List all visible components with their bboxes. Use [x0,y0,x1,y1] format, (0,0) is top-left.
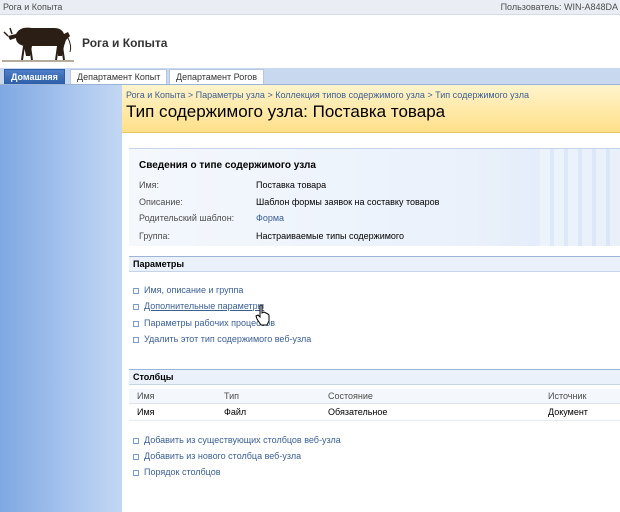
breadcrumb-separator: > [187,90,194,100]
breadcrumb-separator: > [267,90,273,100]
columns-table-header [129,389,620,404]
tab-dept-hooves[interactable]: Департамент Копыт [70,69,168,84]
link-name-description-group[interactable]: Имя, описание и группа [133,285,243,295]
link-add-existing-columns[interactable]: Добавить из существующих столбцов веб-уз… [133,435,341,445]
left-navigation [0,85,122,512]
column-header-source: Источник [548,391,587,401]
bullet-icon [133,320,139,327]
parent-label: Родительский шаблон: [139,213,235,223]
link-label: Имя, описание и группа [144,285,244,295]
info-heading: Сведения о типе содержимого узла [139,160,316,171]
bullet-icon [133,336,139,343]
link-label: Добавить из нового столбца веб-узла [144,451,302,461]
parent-link[interactable]: Форма [256,213,284,223]
breadcrumb: Рога и Копыта > Параметры узла > Коллекц… [126,90,529,100]
description-value: Шаблон формы заявок на составку товаров [256,197,440,207]
parameters-title: Параметры [133,259,185,269]
hand-cursor-icon [255,304,270,326]
name-value: Поставка товара [256,180,327,190]
tab-home[interactable]: Домашняя [4,69,65,84]
link-workflow-settings[interactable]: Параметры рабочих процессов [133,318,275,328]
top-bar: Рога и Копыта Пользователь: WIN-A848DA [0,0,620,15]
breadcrumb-item-current: Тип содержимого узла [435,90,529,100]
tab-dept-horns[interactable]: Департамент Рогов [169,69,265,84]
bullet-icon [133,287,139,294]
column-cell-type: Файл [224,407,247,417]
link-label: Порядок столбцов [144,467,221,477]
link-label: Дополнительные параметры [144,301,265,311]
breadcrumb-item-content-types[interactable]: Коллекция типов содержимого узла [275,90,425,100]
breadcrumb-item-site-settings[interactable]: Параметры узла [196,90,265,100]
column-cell-source: Документ [548,407,588,417]
group-value: Настраиваемые типы содержимого [256,231,405,241]
column-header-status: Состояние [328,391,373,401]
page-title: Тип содержимого узла: Поставка товара [126,102,446,121]
link-advanced-settings[interactable]: Дополнительные параметры [133,301,264,311]
bullet-icon [133,437,139,444]
link-label: Удалить этот тип содержимого веб-узла [144,334,312,344]
description-label: Описание: [139,197,183,207]
column-header-type: Тип [224,391,240,401]
columns-section-header [129,369,620,385]
user-menu[interactable]: Пользователь: WIN-A848DA [501,2,618,12]
group-label: Группа: [139,231,171,241]
link-label: Добавить из существующих столбцов веб-уз… [144,435,341,445]
cow-logo-icon [2,16,74,66]
link-column-order[interactable]: Порядок столбцов [133,467,221,477]
columns-title: Столбцы [133,372,174,382]
link-add-new-column[interactable]: Добавить из нового столбца веб-узла [133,451,301,461]
column-header-name: Имя [137,391,155,401]
breadcrumb-separator: > [427,90,433,100]
parameters-section-header [129,256,620,272]
site-title[interactable]: Рога и Копыта [82,36,167,50]
column-cell-name[interactable]: Имя [137,407,155,417]
column-cell-status: Обязательное [328,407,388,417]
site-name-link[interactable]: Рога и Копыта [3,2,62,12]
breadcrumb-item-site[interactable]: Рога и Копыта [126,90,185,100]
name-label: Имя: [139,180,160,190]
link-delete-content-type[interactable]: Удалить этот тип содержимого веб-узла [133,334,311,344]
table-divider [129,420,620,421]
bullet-icon [133,303,139,310]
decorative-pattern [540,149,620,246]
bullet-icon [133,469,139,476]
bullet-icon [133,453,139,460]
